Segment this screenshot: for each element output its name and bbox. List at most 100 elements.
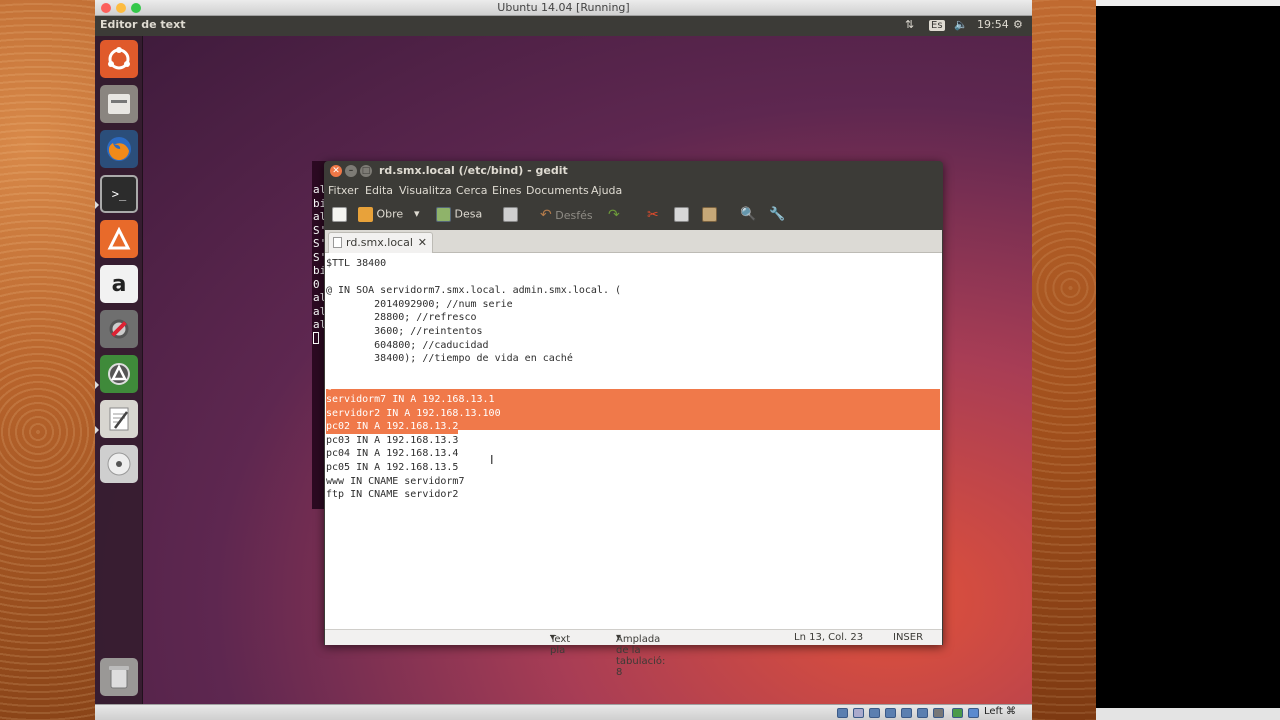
save-button[interactable]: Desa bbox=[436, 207, 482, 223]
code-line: 2014092900; //num serie bbox=[326, 298, 513, 310]
display-icon[interactable] bbox=[901, 708, 912, 718]
print-button[interactable] bbox=[503, 207, 518, 223]
clock[interactable]: 19:54 bbox=[977, 18, 1009, 31]
code-line-selected: @ IN NS servidorm7. bbox=[326, 380, 441, 392]
search-icon[interactable]: 🔍 bbox=[740, 207, 756, 223]
zoom-window-button[interactable] bbox=[131, 3, 141, 13]
close-icon[interactable]: ✕ bbox=[330, 165, 342, 177]
terminal-icon[interactable]: >_ bbox=[100, 175, 138, 213]
optical-drive-icon[interactable] bbox=[853, 708, 864, 718]
tab-label: rd.smx.local bbox=[346, 236, 413, 249]
copy-button[interactable] bbox=[674, 207, 689, 223]
trash-icon[interactable] bbox=[100, 658, 138, 696]
network-adapter-icon[interactable] bbox=[917, 708, 928, 718]
firefox-icon[interactable] bbox=[100, 130, 138, 168]
hard-disk-icon[interactable] bbox=[837, 708, 848, 718]
tab-rd-smx-local[interactable]: rd.smx.local ✕ bbox=[328, 232, 433, 253]
running-indicator bbox=[95, 381, 99, 389]
gedit-window: ✕ – □ rd.smx.local (/etc/bind) - gedit F… bbox=[324, 161, 943, 678]
menu-file[interactable]: Fitxer bbox=[328, 184, 358, 197]
cut-icon[interactable]: ✂ bbox=[647, 207, 659, 223]
unity-launcher: >_ a bbox=[95, 36, 143, 704]
new-document-button[interactable] bbox=[332, 207, 347, 223]
volume-icon[interactable]: 🔈 bbox=[954, 18, 968, 31]
recording-icon[interactable] bbox=[933, 708, 944, 718]
code-line: 604800; //caducidad bbox=[326, 339, 489, 351]
code-line: pc05 IN A 192.168.13.5 bbox=[326, 462, 459, 473]
dash-home-icon[interactable] bbox=[100, 40, 138, 78]
open-label: Obre bbox=[376, 207, 404, 221]
system-settings-icon[interactable] bbox=[100, 310, 138, 348]
menu-view[interactable]: Visualitza bbox=[399, 184, 452, 197]
menu-edit[interactable]: Edita bbox=[365, 184, 393, 197]
cpu-icon[interactable] bbox=[952, 708, 963, 718]
statusbar: Text pla ▾ Amplada de la tabulació: 8 ▾ … bbox=[325, 629, 942, 678]
text-editor-icon[interactable] bbox=[100, 400, 138, 438]
vbox-window-title: Ubuntu 14.04 [Running] bbox=[497, 1, 630, 14]
tab-width-label: Amplada de la tabulació: 8 bbox=[616, 634, 666, 678]
ubuntu-desktop: Editor de text ⇅ Es 🔈 19:54 ⚙ >_ a al bi… bbox=[95, 16, 1032, 704]
code-line: @ IN SOA servidorm7.smx.local. admin.smx… bbox=[326, 285, 622, 297]
menu-tools[interactable]: Eines bbox=[492, 184, 521, 197]
code-line: pc04 IN A 192.168.13.4 bbox=[326, 448, 459, 460]
save-label: Desa bbox=[454, 207, 483, 221]
code-line-selected: servidorm7 IN A 192.168.13.1 bbox=[326, 394, 495, 405]
undo-icon: ↶ bbox=[540, 207, 552, 223]
code-line: www IN CNAME servidorm7 bbox=[326, 475, 465, 487]
redo-icon[interactable]: ↷ bbox=[608, 207, 620, 223]
software-center-icon[interactable] bbox=[100, 220, 138, 258]
cursor-position: Ln 13, Col. 23 bbox=[794, 632, 864, 643]
chevron-down-icon[interactable]: ▾ bbox=[414, 207, 420, 223]
shared-folder-icon[interactable] bbox=[885, 708, 896, 718]
toolbar: Obre ▾ Desa ↶ Desfés ↷ ✂ 🔍 🔧 bbox=[324, 200, 943, 230]
undo-label: Desfés bbox=[555, 209, 593, 222]
code-line: pc03 IN A 192.168.13.3 bbox=[326, 434, 459, 446]
new-document-icon bbox=[332, 207, 347, 222]
replace-icon[interactable]: 🔧 bbox=[769, 207, 785, 223]
code-line: 38400); //tiempo de vida en caché bbox=[326, 353, 573, 365]
keyboard-layout-label: Es bbox=[929, 20, 945, 31]
text-editor[interactable]: $TTL 38400 @ IN SOA servidorm7.smx.local… bbox=[325, 253, 942, 629]
code-line: ftp IN CNAME servidor2 bbox=[326, 489, 459, 501]
maximize-icon[interactable]: □ bbox=[360, 165, 372, 177]
keyboard-layout-indicator[interactable]: Es bbox=[929, 18, 945, 31]
print-icon bbox=[503, 207, 518, 222]
tab-width-selector[interactable]: Amplada de la tabulació: 8 ▾ bbox=[616, 632, 665, 678]
usb-icon[interactable] bbox=[869, 708, 880, 718]
close-tab-icon[interactable]: ✕ bbox=[418, 233, 427, 252]
gear-icon[interactable]: ⚙ bbox=[1013, 18, 1023, 31]
host-dark-area bbox=[1096, 0, 1280, 720]
code-line: $TTL 38400 bbox=[326, 258, 387, 269]
menu-documents[interactable]: Documents bbox=[526, 184, 589, 197]
copy-icon bbox=[674, 207, 689, 222]
amazon-icon[interactable]: a bbox=[100, 265, 138, 303]
host-key: Left ⌘ bbox=[984, 706, 1016, 717]
menu-help[interactable]: Ajuda bbox=[591, 184, 622, 197]
undo-button[interactable]: ↶ Desfés bbox=[540, 207, 593, 223]
open-button[interactable]: Obre bbox=[358, 207, 403, 223]
paste-icon bbox=[702, 207, 717, 222]
files-icon[interactable] bbox=[100, 85, 138, 123]
minimize-icon[interactable]: – bbox=[345, 165, 357, 177]
code-line-selected: pc02 IN A 192.168.13.2 bbox=[326, 420, 459, 434]
mouse-integration-icon[interactable] bbox=[968, 708, 979, 718]
menu-search[interactable]: Cerca bbox=[456, 184, 488, 197]
menubar: Fitxer Edita Visualitza Cerca Eines Docu… bbox=[324, 181, 943, 200]
running-indicator bbox=[95, 426, 99, 434]
document-icon bbox=[333, 237, 342, 248]
text-cursor-icon: I bbox=[490, 453, 494, 467]
dvd-icon[interactable] bbox=[100, 445, 138, 483]
insert-mode: INSER bbox=[893, 632, 924, 643]
host-wallpaper-right bbox=[1032, 0, 1096, 720]
minimize-window-button[interactable] bbox=[116, 3, 126, 13]
language-mode-selector[interactable]: Text pla ▾ bbox=[550, 632, 570, 656]
tab-bar: rd.smx.local ✕ bbox=[325, 230, 942, 253]
code-line: 3600; //reintentos bbox=[326, 326, 483, 337]
network-icon[interactable]: ⇅ bbox=[905, 18, 914, 31]
close-window-button[interactable] bbox=[101, 3, 111, 13]
language-mode-label: Text pla bbox=[550, 634, 571, 656]
code-line: 28800; //refresco bbox=[326, 312, 477, 324]
software-updater-icon[interactable] bbox=[100, 355, 138, 393]
gedit-titlebar[interactable]: ✕ – □ rd.smx.local (/etc/bind) - gedit bbox=[324, 161, 943, 181]
paste-button[interactable] bbox=[702, 207, 717, 223]
